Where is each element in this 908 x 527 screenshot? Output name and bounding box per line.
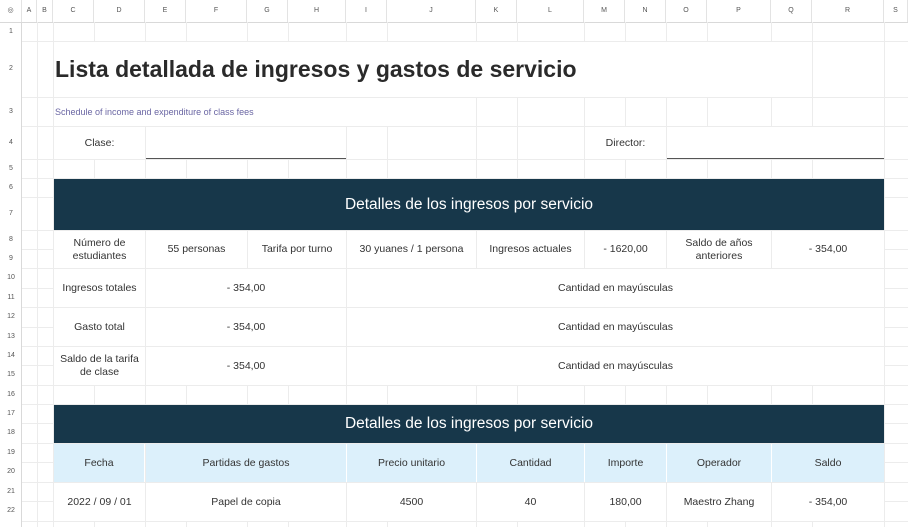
students-label: Número de estudiantes [54, 231, 145, 268]
row-header-4[interactable]: 4 [0, 126, 22, 159]
col-header-i[interactable]: I [346, 0, 387, 22]
rate-label: Tarifa por turno [248, 231, 346, 268]
actual-income-label: Ingresos actuales [477, 231, 584, 268]
col-header-p[interactable]: P [707, 0, 771, 22]
total-income-label: Ingresos totales [54, 269, 145, 307]
balance-value[interactable]: - 354,00 [146, 347, 346, 385]
director-label: Director: [585, 127, 666, 159]
col-header-l[interactable]: L [517, 0, 584, 22]
expense-section-banner: Detalles de los ingresos por servicio [54, 405, 884, 443]
expense-col-item: Partidas de gastos [146, 444, 347, 482]
select-all-eye-icon[interactable]: ◎ [0, 0, 22, 22]
row-header-21[interactable]: 21 [0, 482, 22, 501]
col-header-k[interactable]: K [476, 0, 517, 22]
col-header-m[interactable]: M [584, 0, 625, 22]
row-header-2[interactable]: 2 [0, 41, 22, 97]
row-header-8[interactable]: 8 [0, 230, 22, 249]
rate-value[interactable]: 30 yuanes / 1 persona [347, 231, 476, 268]
expense-col-date: Fecha [54, 444, 145, 482]
students-value[interactable]: 55 personas [146, 231, 247, 268]
col-header-q[interactable]: Q [771, 0, 812, 22]
col-header-e[interactable]: E [145, 0, 186, 22]
previous-balance-value[interactable]: - 354,00 [772, 231, 884, 268]
subtitle-text: Schedule of income and expenditure of cl… [55, 107, 254, 117]
director-input-cell[interactable] [667, 127, 884, 159]
expense-cell-operator[interactable]: Maestro Zhang [667, 483, 771, 521]
total-expense-label: Gasto total [54, 308, 145, 346]
row-header-15[interactable]: 15 [0, 365, 22, 385]
row-header-18[interactable]: 18 [0, 423, 22, 443]
total-income-value[interactable]: - 354,00 [146, 269, 346, 307]
row-header-10[interactable]: 10 [0, 268, 22, 288]
expense-col-unit-price: Precio unitario [347, 444, 477, 482]
class-label: Clase: [54, 127, 145, 159]
expense-col-amount: Importe [585, 444, 667, 482]
page-title: Lista detallada de ingresos y gastos de … [55, 56, 577, 82]
expense-cell-balance[interactable]: - 354,00 [772, 483, 884, 521]
expense-cell-unit-price[interactable]: 4500 [347, 483, 476, 521]
total-expense-value[interactable]: - 354,00 [146, 308, 346, 346]
col-header-o[interactable]: O [666, 0, 707, 22]
col-header-c[interactable]: C [53, 0, 94, 22]
expense-col-operator: Operador [667, 444, 772, 482]
col-header-b[interactable]: B [37, 0, 53, 22]
col-header-g[interactable]: G [247, 0, 288, 22]
grid-line [22, 385, 908, 386]
expense-cell-item[interactable]: Papel de copia [146, 483, 346, 521]
row-header-20[interactable]: 20 [0, 462, 22, 482]
col-header-a[interactable]: A [22, 0, 37, 22]
balance-words[interactable]: Cantidad en mayúsculas [347, 347, 884, 385]
col-header-h[interactable]: H [288, 0, 346, 22]
total-expense-words[interactable]: Cantidad en mayúsculas [347, 308, 884, 346]
row-header-9[interactable]: 9 [0, 249, 22, 268]
expense-cell-quantity[interactable]: 40 [477, 483, 584, 521]
col-header-n[interactable]: N [625, 0, 666, 22]
row-header-3[interactable]: 3 [0, 97, 22, 126]
row-header-1[interactable]: 1 [0, 22, 22, 41]
expense-col-balance: Saldo [772, 444, 884, 482]
grid-line [22, 159, 908, 160]
row-header-19[interactable]: 19 [0, 443, 22, 462]
col-header-f[interactable]: F [186, 0, 247, 22]
class-underline [146, 158, 346, 159]
income-section-banner: Detalles de los ingresos por servicio [54, 179, 884, 230]
class-input-cell[interactable] [146, 127, 346, 159]
row-header-17[interactable]: 17 [0, 404, 22, 423]
row-header-12[interactable]: 12 [0, 307, 22, 327]
row-header-11[interactable]: 11 [0, 288, 22, 307]
row-header-7[interactable]: 7 [0, 197, 22, 230]
row-header-16[interactable]: 16 [0, 385, 22, 404]
previous-balance-label: Saldo de años anteriores [667, 231, 771, 268]
director-underline [667, 158, 884, 159]
column-header-bar: ◎ A B C D E F G H I J K L M N O P Q R S [0, 0, 908, 23]
row-header-13[interactable]: 13 [0, 327, 22, 346]
row-header-14[interactable]: 14 [0, 346, 22, 365]
row-header-22[interactable]: 22 [0, 501, 22, 521]
row-header-5[interactable]: 5 [0, 159, 22, 178]
expense-col-quantity: Cantidad [477, 444, 585, 482]
col-header-s[interactable]: S [884, 0, 908, 22]
balance-label: Saldo de la tarifa de clase [54, 347, 145, 385]
total-income-words[interactable]: Cantidad en mayúsculas [347, 269, 884, 307]
expense-cell-date[interactable]: 2022 / 09 / 01 [54, 483, 145, 521]
row-header-6[interactable]: 6 [0, 178, 22, 197]
actual-income-value[interactable]: - 1620,00 [585, 231, 666, 268]
col-header-d[interactable]: D [94, 0, 145, 22]
col-header-r[interactable]: R [812, 0, 884, 22]
col-header-j[interactable]: J [387, 0, 476, 22]
grid-line [22, 521, 908, 522]
expense-cell-amount[interactable]: 180,00 [585, 483, 666, 521]
